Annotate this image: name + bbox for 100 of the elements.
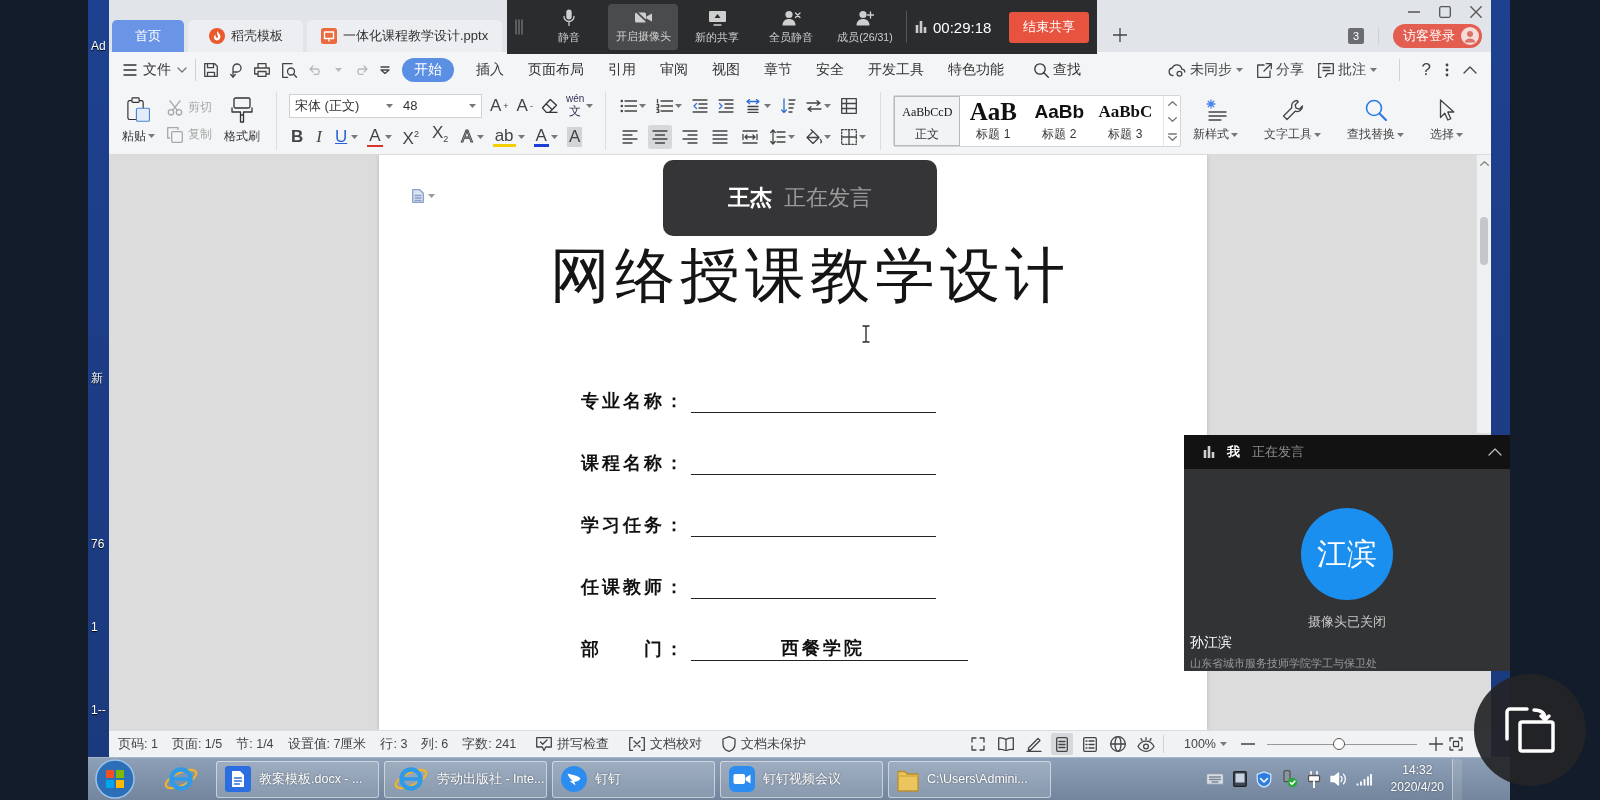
ribbon-tab[interactable]: 特色功能 bbox=[936, 58, 1016, 82]
scroll-up-icon[interactable] bbox=[1479, 161, 1489, 166]
file-menu-button[interactable]: 文件 bbox=[123, 61, 187, 79]
dropdown-icon[interactable] bbox=[380, 66, 390, 74]
print-icon[interactable] bbox=[254, 63, 270, 77]
font-color-button[interactable]: A bbox=[533, 126, 558, 147]
vertical-scrollbar[interactable] bbox=[1476, 155, 1491, 433]
caret-icon[interactable] bbox=[428, 194, 435, 198]
ribbon-tab[interactable]: 审阅 bbox=[648, 58, 700, 82]
style-preset[interactable]: AaB 标题 1 bbox=[960, 96, 1027, 146]
zoom-in-icon[interactable] bbox=[1429, 737, 1443, 751]
close-icon[interactable] bbox=[1470, 5, 1482, 18]
highlight-button[interactable]: ab bbox=[492, 126, 525, 147]
shrink-font-button[interactable]: A$^{-}$ bbox=[516, 95, 533, 116]
toolbar-action-button[interactable]: 未同步 bbox=[1167, 61, 1243, 79]
drag-handle-icon[interactable] bbox=[515, 19, 523, 35]
toolbar-action-button[interactable]: 分享 bbox=[1256, 61, 1304, 79]
toolbar-action-button[interactable]: 批注 bbox=[1317, 61, 1377, 79]
caret-icon[interactable] bbox=[788, 134, 796, 139]
new-style-button[interactable]: 新样式 bbox=[1189, 99, 1243, 143]
protection-button[interactable]: 文档未保护 bbox=[722, 735, 807, 753]
slider-thumb[interactable] bbox=[1333, 738, 1345, 750]
search-button[interactable]: 查找 bbox=[1034, 61, 1081, 79]
collapse-icon[interactable] bbox=[1463, 66, 1477, 74]
select-button[interactable]: 选择 bbox=[1426, 99, 1468, 143]
caret-icon[interactable] bbox=[639, 103, 647, 108]
ribbon-tab[interactable]: 引用 bbox=[596, 58, 648, 82]
scroll-thumb[interactable] bbox=[1480, 217, 1488, 265]
font-size-field[interactable]: 48 bbox=[398, 93, 482, 118]
maximize-icon[interactable] bbox=[1439, 5, 1451, 18]
strikethrough-button[interactable]: A bbox=[367, 126, 392, 147]
desktop-icon-label[interactable]: 1-- bbox=[91, 703, 106, 717]
meeting-control-button[interactable]: 全员静音 bbox=[756, 4, 826, 50]
meeting-control-button[interactable]: 新的共享 bbox=[682, 4, 752, 50]
borders-icon[interactable] bbox=[841, 128, 858, 145]
document-tab[interactable]: 一体化课程教学设计.pptx bbox=[307, 20, 503, 52]
help-button[interactable]: ? bbox=[1421, 60, 1431, 80]
page-view-button[interactable] bbox=[1051, 733, 1073, 755]
web-view-button[interactable] bbox=[1107, 733, 1129, 755]
font-name-field[interactable]: 宋体 (正文) bbox=[289, 93, 399, 118]
text-width-icon[interactable] bbox=[744, 98, 763, 113]
ribbon-tab[interactable]: 插入 bbox=[464, 58, 516, 82]
bold-button[interactable]: B bbox=[289, 126, 306, 147]
ribbon-tab[interactable]: 开发工具 bbox=[856, 58, 936, 82]
ribbon-tab[interactable]: 章节 bbox=[752, 58, 804, 82]
expand-icon[interactable] bbox=[1167, 132, 1177, 141]
guest-login-button[interactable]: 访客登录 bbox=[1393, 24, 1482, 48]
scroll-up-icon[interactable] bbox=[1167, 101, 1177, 107]
paste-button[interactable]: 粘贴 bbox=[118, 97, 159, 145]
curved-arrow-icon[interactable] bbox=[230, 62, 242, 78]
print-preview-icon[interactable] bbox=[282, 62, 297, 78]
paint-bucket-icon[interactable] bbox=[805, 129, 823, 144]
meeting-control-button[interactable]: 静音 bbox=[534, 4, 604, 50]
line-spacing-icon[interactable] bbox=[770, 128, 787, 145]
signal-icon[interactable] bbox=[1355, 772, 1372, 786]
save-icon[interactable] bbox=[204, 63, 218, 77]
eraser-icon[interactable] bbox=[540, 98, 558, 113]
underline-button[interactable]: U bbox=[332, 126, 359, 147]
window-count-badge[interactable]: 3 bbox=[1348, 28, 1364, 44]
desktop-icon-label[interactable]: 1 bbox=[91, 620, 98, 634]
character-shading-button[interactable]: A bbox=[566, 126, 583, 147]
sort-icon[interactable] bbox=[781, 97, 797, 114]
find-replace-button[interactable]: 查找替换 bbox=[1343, 99, 1409, 143]
minimize-icon[interactable] bbox=[1408, 10, 1420, 13]
proofread-button[interactable]: 文档校对 bbox=[629, 735, 703, 753]
more-icon[interactable] bbox=[1445, 63, 1449, 77]
desktop-icon-label[interactable]: Ad bbox=[91, 39, 106, 53]
zoom-dropdown[interactable]: 100% bbox=[1184, 737, 1227, 751]
shield-icon[interactable] bbox=[1255, 770, 1272, 788]
document-tab[interactable]: 稻壳模板 bbox=[188, 20, 303, 52]
numbered-list-icon[interactable] bbox=[656, 98, 674, 113]
ribbon-tab[interactable]: 页面布局 bbox=[516, 58, 596, 82]
volume-icon[interactable] bbox=[1329, 772, 1347, 786]
ribbon-tab[interactable]: 安全 bbox=[804, 58, 856, 82]
fit-page-icon[interactable] bbox=[1449, 737, 1463, 751]
superscript-button[interactable]: X$^{2}$ bbox=[400, 124, 421, 149]
table-icon[interactable] bbox=[841, 97, 858, 114]
scroll-down-icon[interactable] bbox=[1167, 117, 1177, 122]
swap-arrows-icon[interactable] bbox=[806, 99, 823, 112]
document-icon[interactable] bbox=[412, 189, 424, 203]
caret-icon[interactable] bbox=[824, 103, 832, 108]
grow-font-button[interactable]: A$^{+}$ bbox=[490, 95, 509, 116]
bulleted-list-icon[interactable] bbox=[620, 98, 638, 113]
increase-indent-icon[interactable] bbox=[718, 98, 735, 113]
text-tools-button[interactable]: 文字工具 bbox=[1260, 99, 1326, 143]
power-plug-icon[interactable] bbox=[1306, 770, 1321, 788]
ribbon-tab[interactable]: 视图 bbox=[700, 58, 752, 82]
caret-icon[interactable] bbox=[764, 103, 772, 108]
caret-icon[interactable] bbox=[675, 103, 683, 108]
collapse-icon[interactable] bbox=[1488, 448, 1502, 456]
new-tab-icon[interactable] bbox=[1113, 28, 1127, 42]
style-preset[interactable]: AaBb 标题 2 bbox=[1026, 96, 1093, 146]
outline-text-button[interactable]: A bbox=[459, 126, 484, 147]
meeting-control-button[interactable]: 成员(26/31) bbox=[830, 4, 900, 50]
align-center-button[interactable] bbox=[648, 124, 673, 149]
pinyin-button[interactable]: wén 文 bbox=[565, 93, 594, 118]
keyboard-icon[interactable] bbox=[1205, 773, 1224, 785]
desktop-icon-label[interactable]: 76 bbox=[91, 537, 105, 551]
spellcheck-button[interactable]: 拼写检查 bbox=[536, 735, 610, 753]
usb-check-icon[interactable] bbox=[1280, 770, 1298, 788]
